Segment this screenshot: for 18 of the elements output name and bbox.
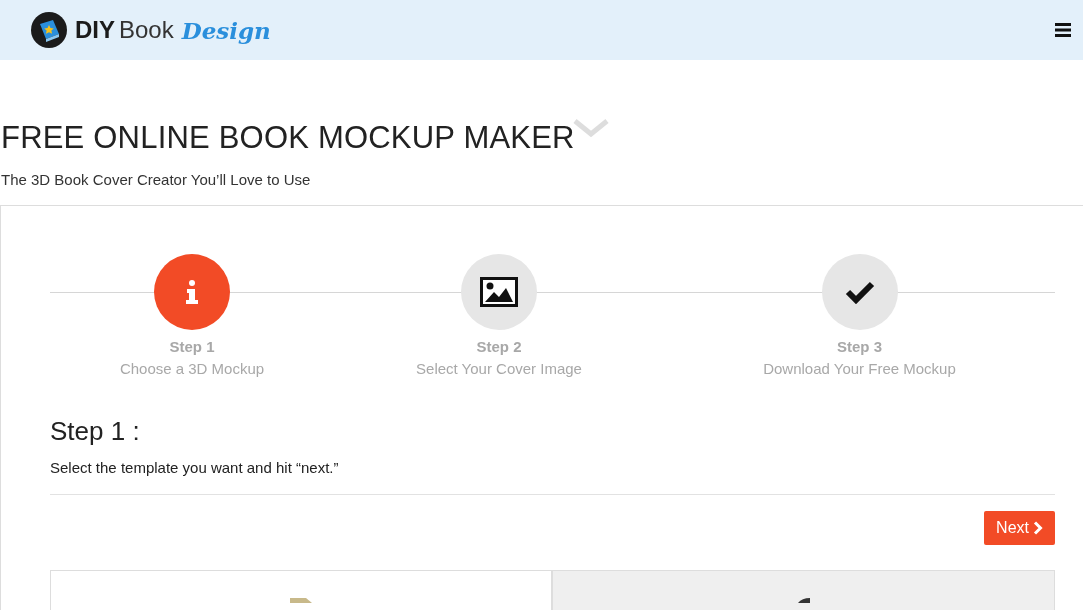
logo-script-text: Design <box>181 16 271 44</box>
step-label: Step 3 <box>837 338 882 355</box>
chevron-right-icon <box>1033 521 1043 535</box>
menu-icon[interactable] <box>1055 23 1071 37</box>
logo-text: Book <box>119 16 174 44</box>
instruction-text: Select the template you want and hit “next.” <box>50 459 340 476</box>
step-caption: Download Your Free Mockup <box>763 360 956 377</box>
book-logo-icon <box>31 12 67 48</box>
step-caption: Select Your Cover Image <box>416 360 582 377</box>
chevron-down-icon <box>572 118 609 138</box>
step-label: Step 1 <box>169 338 215 355</box>
step-label: Step 2 <box>476 338 522 355</box>
step-heading: Step 1 : <box>50 416 141 447</box>
page-subtitle: The 3D Book Cover Creator You’ll Love to Use <box>1 171 312 188</box>
logo-text: DIY <box>75 16 115 44</box>
page-title: FREE ONLINE BOOK MOCKUP MAKER <box>0 119 575 157</box>
step-caption: Choose a 3D Mockup <box>119 360 265 377</box>
next-button[interactable]: Next <box>984 511 1055 545</box>
